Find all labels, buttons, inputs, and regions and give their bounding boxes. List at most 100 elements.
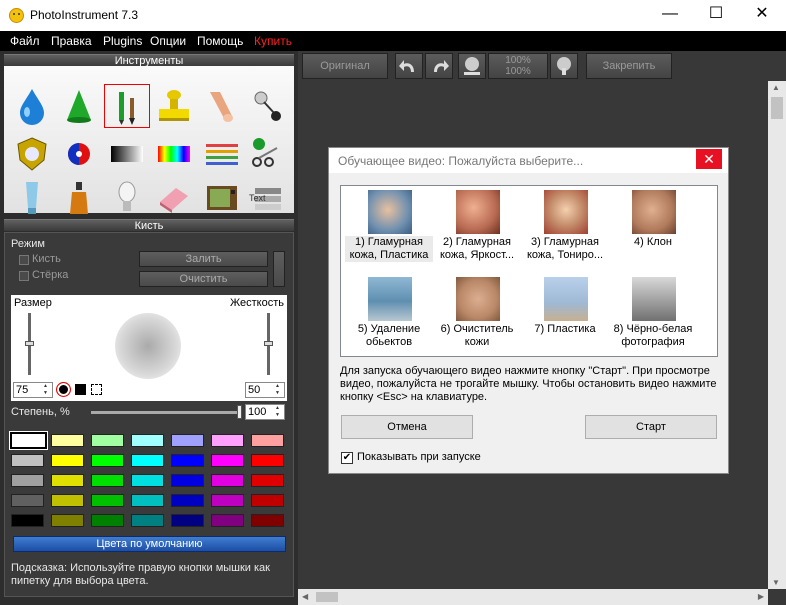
palette-swatch[interactable] bbox=[251, 514, 284, 527]
video-item[interactable]: 8) Чёрно-белая фотография bbox=[609, 277, 697, 357]
video-list[interactable]: 1) Гламурная кожа, Пластика 2) Гламурная… bbox=[340, 185, 718, 357]
palette-swatch[interactable] bbox=[131, 494, 164, 507]
lines-icon[interactable] bbox=[202, 134, 242, 174]
bottle-icon[interactable] bbox=[59, 178, 99, 218]
color-circle-icon[interactable] bbox=[59, 134, 99, 174]
dialog-close-button[interactable]: ✕ bbox=[696, 149, 722, 169]
tv-icon[interactable] bbox=[202, 178, 242, 218]
menu-options[interactable]: Опции bbox=[150, 34, 186, 48]
palette-swatch[interactable] bbox=[251, 494, 284, 507]
palette-swatch-selected[interactable] bbox=[9, 431, 48, 450]
start-button[interactable]: Старт bbox=[585, 415, 717, 439]
gradient-icon[interactable] bbox=[107, 134, 147, 174]
horizontal-scroll-thumb[interactable] bbox=[316, 592, 338, 602]
redo-button[interactable] bbox=[425, 53, 453, 79]
size-spinbox[interactable]: 75 bbox=[13, 382, 53, 398]
original-button[interactable]: Оригинал bbox=[302, 53, 388, 79]
zoom-level-display[interactable]: 100% 100% bbox=[488, 53, 548, 79]
mode-eraser-checkbox[interactable] bbox=[19, 271, 29, 281]
menu-buy[interactable]: Купить bbox=[254, 34, 292, 48]
panel-side-scroll[interactable] bbox=[273, 251, 285, 287]
horizontal-scrollbar[interactable]: ◀ ▶ bbox=[298, 589, 768, 605]
palette-swatch[interactable] bbox=[131, 454, 164, 467]
scissors-icon[interactable] bbox=[247, 134, 287, 174]
palette-swatch[interactable] bbox=[131, 474, 164, 487]
stamp-icon[interactable] bbox=[154, 86, 194, 126]
palette-swatch[interactable] bbox=[51, 494, 84, 507]
menu-file[interactable]: Файл bbox=[10, 34, 40, 48]
square-brush-shape-icon[interactable] bbox=[75, 384, 86, 395]
cone-icon[interactable] bbox=[59, 86, 99, 126]
close-button[interactable]: ✕ bbox=[739, 0, 785, 30]
clear-button[interactable]: Очистить bbox=[139, 271, 268, 287]
bulb-icon[interactable] bbox=[107, 178, 147, 218]
finger-smudge-icon[interactable] bbox=[202, 86, 242, 126]
palette-swatch[interactable] bbox=[171, 454, 204, 467]
tube-icon[interactable] bbox=[12, 178, 52, 218]
palette-swatch[interactable] bbox=[11, 494, 44, 507]
fill-button[interactable]: Залить bbox=[139, 251, 268, 267]
degree-slider[interactable] bbox=[91, 411, 241, 414]
palette-swatch[interactable] bbox=[211, 434, 244, 447]
palette-swatch[interactable] bbox=[131, 514, 164, 527]
palette-swatch[interactable] bbox=[91, 494, 124, 507]
palette-swatch[interactable] bbox=[51, 514, 84, 527]
video-item[interactable]: 3) Гламурная кожа, Тониро... bbox=[521, 190, 609, 270]
palette-swatch[interactable] bbox=[211, 494, 244, 507]
palette-swatch[interactable] bbox=[251, 434, 284, 447]
palette-swatch[interactable] bbox=[171, 514, 204, 527]
palette-swatch[interactable] bbox=[51, 474, 84, 487]
scroll-right-icon[interactable]: ▶ bbox=[758, 592, 764, 601]
palette-swatch[interactable] bbox=[171, 474, 204, 487]
palette-swatch[interactable] bbox=[91, 434, 124, 447]
zoom-in-button[interactable] bbox=[550, 53, 578, 79]
palette-swatch[interactable] bbox=[211, 514, 244, 527]
palette-swatch[interactable] bbox=[91, 454, 124, 467]
degree-spinbox[interactable]: 100 bbox=[245, 404, 285, 420]
cancel-button[interactable]: Отмена bbox=[341, 415, 473, 439]
hardness-slider-thumb[interactable] bbox=[264, 341, 273, 346]
vertical-scroll-thumb[interactable] bbox=[771, 97, 783, 119]
video-item[interactable]: 5) Удаление обьектов bbox=[345, 277, 433, 357]
palette-swatch[interactable] bbox=[251, 474, 284, 487]
default-colors-button[interactable]: Цвета по умолчанию bbox=[13, 536, 286, 552]
degree-slider-thumb[interactable] bbox=[237, 405, 242, 419]
undo-button[interactable] bbox=[395, 53, 423, 79]
minimize-button[interactable]: — bbox=[647, 0, 693, 30]
vertical-scrollbar[interactable]: ▲ ▼ bbox=[768, 81, 786, 589]
palette-swatch[interactable] bbox=[131, 434, 164, 447]
video-item[interactable]: 7) Пластика bbox=[521, 277, 609, 357]
zoom-out-button[interactable] bbox=[458, 53, 486, 79]
palette-swatch[interactable] bbox=[91, 474, 124, 487]
palette-swatch[interactable] bbox=[51, 454, 84, 467]
eraser-icon[interactable] bbox=[154, 178, 194, 218]
brush-pencil-icon[interactable] bbox=[107, 86, 147, 126]
palette-swatch[interactable] bbox=[11, 454, 44, 467]
video-item[interactable]: 1) Гламурная кожа, Пластика bbox=[345, 190, 433, 270]
video-item[interactable]: 6) Очиститель кожи bbox=[433, 277, 521, 357]
palette-swatch[interactable] bbox=[171, 434, 204, 447]
video-item[interactable]: 2) Гламурная кожа, Яркост... bbox=[433, 190, 521, 270]
shield-icon[interactable] bbox=[12, 134, 52, 174]
palette-swatch[interactable] bbox=[51, 434, 84, 447]
menu-edit[interactable]: Правка bbox=[51, 34, 92, 48]
pin-button[interactable]: Закрепить bbox=[586, 53, 672, 79]
scroll-left-icon[interactable]: ◀ bbox=[302, 592, 308, 601]
rainbow-icon[interactable] bbox=[154, 134, 194, 174]
water-drop-icon[interactable] bbox=[12, 86, 52, 126]
menu-plugins[interactable]: Plugins bbox=[103, 34, 142, 48]
custom-brush-shape-icon[interactable] bbox=[91, 384, 102, 395]
mode-brush-checkbox[interactable] bbox=[19, 255, 29, 265]
video-item[interactable]: 4) Клон bbox=[609, 190, 697, 270]
palette-swatch[interactable] bbox=[171, 494, 204, 507]
scroll-down-icon[interactable]: ▼ bbox=[772, 578, 780, 587]
palette-swatch[interactable] bbox=[211, 454, 244, 467]
palette-swatch[interactable] bbox=[211, 474, 244, 487]
show-on-start-checkbox[interactable]: ✔ bbox=[341, 452, 353, 464]
menu-help[interactable]: Помощь bbox=[197, 34, 243, 48]
round-brush-shape-icon[interactable] bbox=[56, 382, 71, 397]
size-slider-thumb[interactable] bbox=[25, 341, 34, 346]
maximize-button[interactable]: ☐ bbox=[693, 0, 739, 30]
pin-icon[interactable] bbox=[247, 86, 287, 126]
palette-swatch[interactable] bbox=[91, 514, 124, 527]
